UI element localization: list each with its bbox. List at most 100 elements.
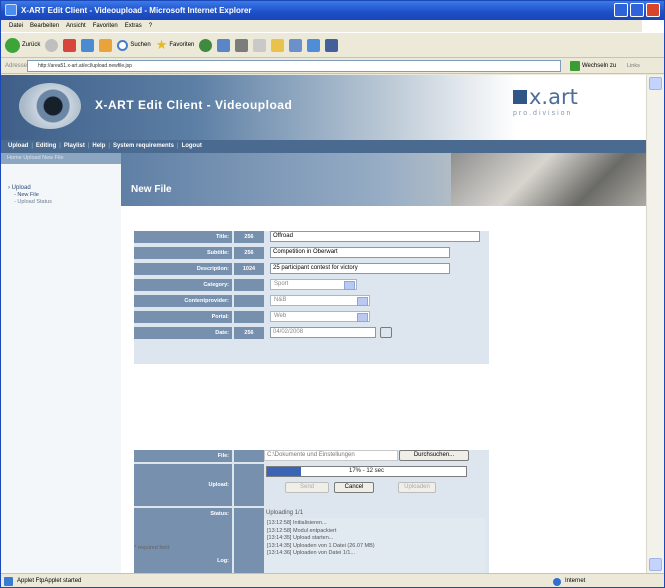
send-button[interactable]: Send: [285, 482, 329, 493]
vertical-scrollbar[interactable]: [646, 75, 664, 573]
browse-button[interactable]: Durchsuchen...: [399, 450, 469, 461]
nav-system-requirements[interactable]: System requirements: [113, 140, 174, 153]
go-button[interactable]: Wechseln zu: [570, 60, 618, 72]
forward-button[interactable]: [45, 38, 59, 52]
date-input[interactable]: 04/02/2008: [270, 327, 376, 338]
internet-zone: Internet: [553, 574, 585, 587]
portal-label: Portal:: [134, 311, 232, 323]
log-output: [13:12:58] Initialisieren... [13:12:58] …: [264, 518, 485, 573]
mail-icon[interactable]: [217, 38, 231, 52]
menu-bar: Datei Bearbeiten Ansicht Favoriten Extra…: [1, 20, 664, 32]
subtitle-input[interactable]: Competition in Oberwart: [270, 247, 450, 258]
category-cell: [234, 279, 264, 291]
maximize-button[interactable]: [630, 3, 644, 17]
menu-favoriten[interactable]: Favoriten: [93, 20, 118, 32]
cancel-button[interactable]: Cancel: [334, 482, 374, 493]
progress-text: 17% - 12 sec: [348, 468, 385, 474]
menu-help[interactable]: ?: [149, 20, 152, 32]
status-text: Applet FtpApplet started: [17, 578, 82, 584]
log-line: [13:14:36] Uploaden von Datei 1/1...: [267, 550, 356, 556]
date-label: Date:: [134, 327, 232, 339]
calendar-button[interactable]: [380, 327, 392, 338]
toolbar: Zurück Suchen ★ Favoriten: [1, 32, 664, 58]
contentprovider-select[interactable]: N&B: [270, 295, 370, 306]
search-button[interactable]: Suchen: [117, 39, 151, 51]
back-button[interactable]: Zurück: [5, 37, 41, 53]
log-line: [13:14:35] Upload starten...: [267, 535, 334, 541]
upload-label: Upload:: [134, 464, 232, 506]
log-cell: [234, 520, 264, 573]
upload-panel: File: C:\Dokumente und Einstellungen Dur…: [134, 450, 489, 573]
portal-select[interactable]: Web: [270, 311, 370, 322]
app-title: X-ART Edit Client - Videoupload: [95, 98, 293, 112]
favorites-button[interactable]: ★ Favoriten: [156, 37, 195, 53]
contentprovider-label: Contentprovider:: [134, 295, 232, 307]
category-label: Category:: [134, 279, 232, 291]
links-button[interactable]: Links: [627, 58, 640, 74]
upload-cell: [234, 464, 264, 506]
contentprovider-cell: [234, 295, 264, 307]
messenger-icon[interactable]: [289, 38, 303, 52]
address-input[interactable]: http://area51.x-art.at/ecl/upload.newfil…: [27, 60, 561, 72]
search-label: Suchen: [130, 42, 151, 48]
scroll-up-button[interactable]: [649, 77, 662, 90]
description-input[interactable]: 25 participant contest for victory: [270, 263, 450, 274]
minimize-button[interactable]: [614, 3, 628, 17]
sidebar-item-upload-status[interactable]: - Upload Status: [14, 199, 52, 205]
upload-button[interactable]: Uploaden: [398, 482, 436, 493]
description-label: Description:: [134, 263, 232, 275]
tools-icon[interactable]: [325, 38, 339, 52]
subtitle-counter: 256: [234, 247, 264, 259]
scroll-down-button[interactable]: [649, 558, 662, 571]
search-icon: [117, 39, 129, 51]
required-note: * required field: [134, 545, 170, 551]
close-button[interactable]: [646, 3, 660, 17]
windows-flag-icon: [642, 20, 664, 32]
file-cell: [234, 450, 264, 462]
main-nav: Upload | Editing | Playlist | Help | System …: [1, 140, 646, 153]
back-label: Zurück: [22, 42, 41, 48]
history-icon[interactable]: [199, 38, 213, 52]
menu-extras[interactable]: Extras: [125, 20, 142, 32]
edit-icon[interactable]: [253, 38, 267, 52]
file-label: File:: [134, 450, 232, 462]
nav-help[interactable]: Help: [92, 140, 105, 153]
category-select[interactable]: Sport: [270, 279, 357, 290]
folder-icon[interactable]: [271, 38, 285, 52]
address-label: Adresse: [5, 63, 28, 69]
breadcrumb[interactable]: Home Upload New File: [1, 153, 121, 164]
pen-image: [451, 153, 646, 206]
title-input[interactable]: Offroad: [270, 231, 480, 242]
star-icon: ★: [155, 37, 168, 52]
menu-ansicht[interactable]: Ansicht: [66, 20, 86, 32]
file-path-input[interactable]: C:\Dokumente und Einstellungen: [264, 450, 398, 461]
nav-playlist[interactable]: Playlist: [64, 140, 85, 153]
print-icon[interactable]: [235, 38, 249, 52]
date-counter: 256: [234, 327, 264, 339]
sidebar-item-new-file[interactable]: - New File: [14, 192, 39, 198]
nav-editing[interactable]: Editing: [36, 140, 56, 153]
status-label: Status:: [134, 508, 232, 520]
nav-upload[interactable]: Upload: [8, 140, 28, 153]
stop-icon[interactable]: [63, 38, 77, 52]
menu-bearbeiten[interactable]: Bearbeiten: [30, 20, 59, 32]
research-icon[interactable]: [307, 38, 321, 52]
window-title: X-ART Edit Client - Videoupload - Micros…: [21, 6, 252, 15]
sidebar: › Upload - New File - Upload Status: [1, 164, 121, 573]
description-counter: 1024: [234, 263, 264, 275]
xart-logo: x.art: [513, 85, 578, 109]
title-label: Title:: [134, 231, 232, 243]
home-icon[interactable]: [99, 38, 113, 52]
upload-status-value: Uploading 1/1: [266, 510, 304, 516]
status-bar: Applet FtpApplet started Internet: [1, 573, 664, 587]
refresh-icon[interactable]: [81, 38, 95, 52]
status-cell: [234, 508, 264, 520]
log-line: [13:12:58] Modul entpackiert: [267, 527, 337, 534]
menu-datei[interactable]: Datei: [9, 20, 23, 32]
page-title: New File: [131, 184, 172, 195]
nav-logout[interactable]: Logout: [182, 140, 202, 153]
favorites-label: Favoriten: [169, 42, 195, 48]
page-content: X-ART Edit Client - Videoupload x.art pr…: [1, 75, 664, 573]
log-line: [13:12:58] Initialisieren...: [267, 520, 327, 526]
sidebar-section-upload[interactable]: › Upload: [8, 185, 31, 191]
